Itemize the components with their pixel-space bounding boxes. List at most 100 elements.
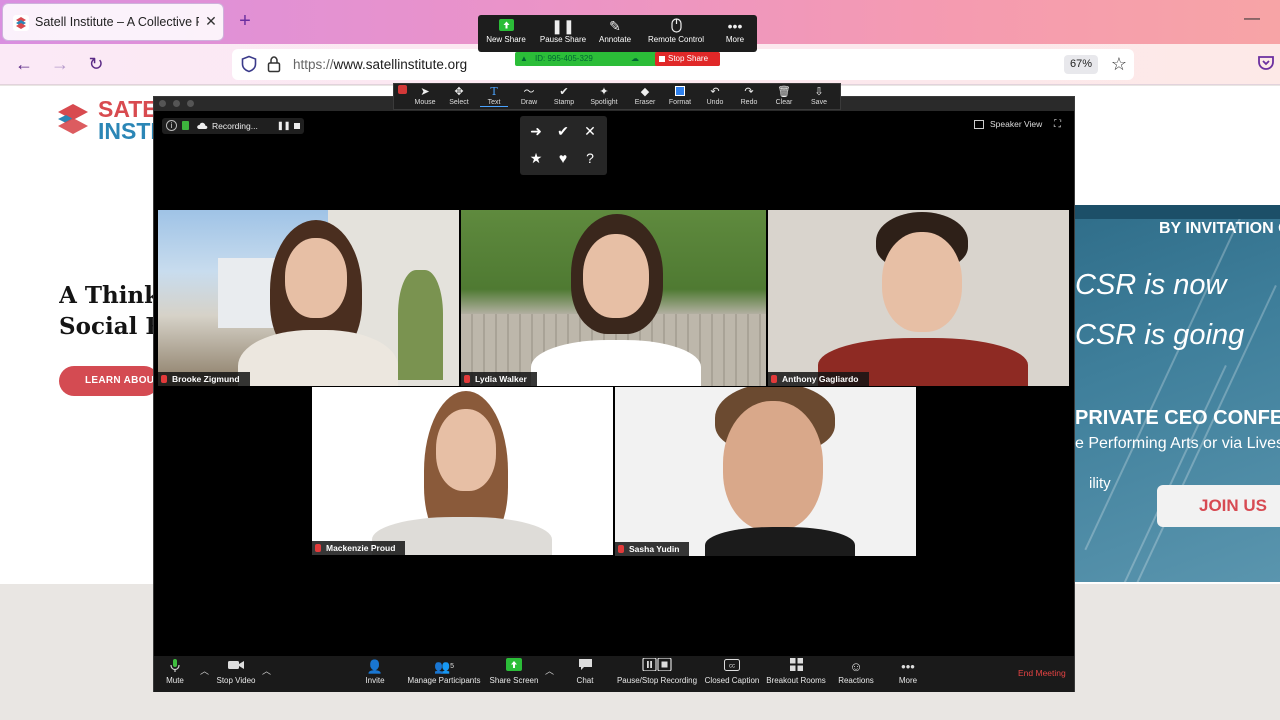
grid-view-icon	[974, 120, 984, 129]
annot-undo-button[interactable]: ↶ Undo	[702, 86, 728, 106]
lock-icon[interactable]	[266, 55, 282, 73]
promo-banner[interactable]: BY INVITATION O CSR is now CSR is going …	[1075, 205, 1280, 582]
pocket-icon[interactable]	[1256, 53, 1276, 73]
close-tab-icon[interactable]: ✕	[203, 13, 219, 29]
pause-stop-icon	[615, 657, 699, 675]
pause-stop-recording-label: Pause/Stop Recording	[616, 676, 698, 685]
video-tile[interactable]: Lydia Walker	[461, 210, 766, 386]
heart-stamp-icon[interactable]: ♥	[552, 147, 574, 169]
annot-tool-label: Eraser	[634, 99, 656, 106]
mute-button[interactable]: Mute	[160, 658, 190, 692]
pause-share-button[interactable]: ❚❚ Pause Share	[538, 18, 588, 44]
satell-logo-icon	[58, 104, 88, 134]
fullscreen-icon[interactable]: ⛶	[1054, 119, 1061, 130]
window-minimize-dot[interactable]	[173, 100, 180, 107]
annot-tool-label: Text	[487, 99, 501, 106]
annotate-button[interactable]: ✎ Annotate	[596, 18, 634, 44]
bookmark-star-icon[interactable]: ☆	[1108, 53, 1130, 75]
browser-tab[interactable]: Satell Institute – A Collective Fo ✕	[2, 3, 224, 41]
remote-control-button[interactable]: Remote Control	[646, 18, 706, 44]
encryption-lock-icon[interactable]	[182, 121, 189, 130]
banner-ility-text: ility	[1089, 475, 1111, 492]
stamp-check-icon: ✔	[559, 86, 569, 98]
closed-caption-label: Closed Caption	[704, 676, 760, 685]
more-button[interactable]: ••• More	[894, 658, 922, 692]
chat-bubble-icon	[573, 658, 597, 675]
tree-shape	[398, 270, 443, 380]
end-meeting-button[interactable]: End Meeting	[1018, 668, 1066, 678]
reactions-button[interactable]: ☺ Reactions	[838, 658, 874, 692]
stop-video-label: Stop Video	[216, 676, 256, 685]
satell-logo[interactable]: SATE INSTIT	[54, 98, 171, 143]
pause-recording-icon[interactable]: ❚❚	[277, 121, 290, 130]
window-maximize-dot[interactable]	[187, 100, 194, 107]
shield-icon[interactable]	[240, 55, 258, 73]
info-icon[interactable]: i	[166, 120, 177, 131]
video-tile[interactable]: Mackenzie Proud	[312, 387, 613, 555]
annot-draw-button[interactable]: 〜 Draw	[516, 86, 542, 106]
video-camera-icon	[214, 658, 258, 675]
new-tab-icon[interactable]: +	[236, 11, 254, 31]
check-stamp-icon[interactable]: ✔	[552, 120, 574, 142]
text-tool-icon: T	[490, 85, 498, 98]
stop-share-button[interactable]: Stop Share	[655, 52, 720, 66]
annot-redo-button[interactable]: ↷ Redo	[736, 86, 762, 106]
annot-spotlight-button[interactable]: ✦ Spotlight	[586, 86, 622, 106]
pause-icon: ❚❚	[551, 18, 575, 34]
back-arrow-icon[interactable]: ←	[10, 50, 38, 78]
annot-save-button[interactable]: ⇩ Save	[806, 86, 832, 106]
new-share-button[interactable]: New Share	[484, 18, 528, 44]
banner-csr-line2: CSR is going	[1075, 319, 1245, 351]
zoom-level-badge[interactable]: 67%	[1064, 55, 1098, 74]
sharing-status-bar: ▲ ID: 995-405-329 ☁ Stop Share	[515, 52, 720, 66]
x-stamp-icon[interactable]: ✕	[579, 120, 601, 142]
video-tile[interactable]: Anthony Gagliardo	[768, 210, 1069, 386]
share-screen-button[interactable]: Share Screen	[489, 658, 539, 692]
annot-clear-button[interactable]: 🗑 Clear	[771, 86, 797, 106]
annot-tool-label: Stamp	[553, 99, 575, 106]
closed-caption-button[interactable]: cc Closed Caption	[703, 658, 761, 692]
arrow-stamp-icon[interactable]: ➜	[525, 120, 547, 142]
minimize-window-icon[interactable]: —	[1244, 11, 1260, 27]
participant-name-text: Sasha Yudin	[629, 544, 680, 554]
hero-heading: A Think Social Re	[59, 280, 154, 342]
microphone-icon	[160, 658, 190, 675]
annot-text-button[interactable]: T Text	[480, 86, 508, 107]
annot-stamp-button[interactable]: ✔ Stamp	[550, 86, 578, 106]
share-screen-icon	[489, 658, 539, 675]
window-close-dot[interactable]	[159, 100, 166, 107]
video-tile[interactable]: Sasha Yudin	[615, 387, 916, 556]
forward-arrow-icon[interactable]: →	[46, 50, 74, 78]
speaker-view-control[interactable]: Speaker View ⛶	[972, 117, 1062, 133]
learn-about-button[interactable]: LEARN ABOUT	[59, 366, 159, 396]
muted-mic-icon	[618, 545, 624, 553]
breakout-rooms-button[interactable]: Breakout Rooms	[766, 658, 826, 692]
video-tile[interactable]: Brooke Zigmund	[158, 210, 459, 386]
star-stamp-icon[interactable]: ★	[525, 147, 547, 169]
annot-select-button[interactable]: ✥ Select	[446, 86, 472, 106]
video-options-chevron-up-icon[interactable]: ︿	[262, 664, 271, 677]
annot-eraser-button[interactable]: ◆ Eraser	[632, 86, 658, 106]
annot-mouse-button[interactable]: ➤ Mouse	[412, 86, 438, 106]
annot-format-button[interactable]: Format	[666, 86, 694, 106]
reload-icon[interactable]: ↻	[82, 50, 110, 78]
question-stamp-icon[interactable]: ?	[579, 147, 601, 169]
chat-button[interactable]: Chat	[573, 658, 597, 692]
url-text[interactable]: https://www.satellinstitute.org	[293, 57, 467, 72]
closed-caption-icon: cc	[703, 658, 761, 675]
share-more-button[interactable]: ••• More	[722, 18, 748, 44]
manage-participants-button[interactable]: 👥5 Manage Participants	[406, 658, 482, 692]
join-us-button[interactable]: JOIN US	[1157, 485, 1280, 527]
pause-stop-recording-button[interactable]: Pause/Stop Recording	[615, 657, 699, 692]
participant-name: Lydia Walker	[461, 372, 537, 386]
participant-name: Sasha Yudin	[615, 542, 690, 556]
close-annotation-icon[interactable]	[398, 85, 407, 94]
muted-mic-icon	[315, 544, 321, 552]
invite-button[interactable]: 👤 Invite	[362, 658, 388, 692]
participant-name: Brooke Zigmund	[158, 372, 250, 386]
stop-recording-icon[interactable]	[294, 123, 300, 129]
share-options-chevron-up-icon[interactable]: ︿	[545, 664, 554, 677]
audio-options-chevron-up-icon[interactable]: ︿	[200, 664, 209, 677]
stop-video-button[interactable]: Stop Video	[214, 658, 258, 692]
tab-title: Satell Institute – A Collective Fo	[35, 15, 199, 29]
